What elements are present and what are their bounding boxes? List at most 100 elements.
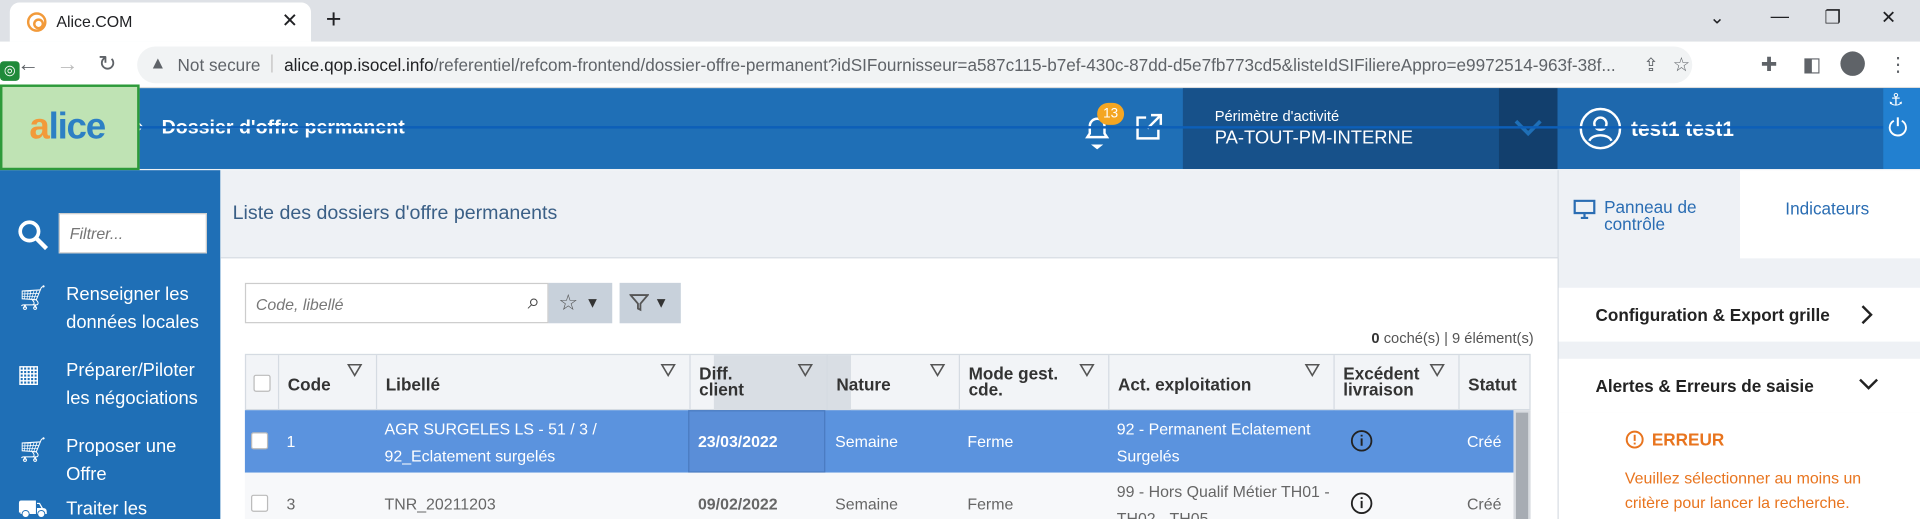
search-icon[interactable] (17, 219, 49, 251)
target-icon[interactable]: ◎ (0, 61, 20, 81)
url-field[interactable]: ▲ Not secure | alice.qop.isocel.info/ref… (137, 46, 1693, 84)
extensions-icon[interactable]: ✚ (1761, 53, 1777, 77)
favorites-dropdown-button[interactable]: ☆ ▼ (548, 282, 613, 324)
menu-dots-icon[interactable]: ⋮ (1888, 53, 1908, 77)
main-title-bar: Liste des dossiers d'offre permanents (220, 170, 1558, 259)
cell-statut: Créé (1466, 494, 1502, 514)
cell-statut: Créé (1466, 432, 1502, 451)
sidebar-item-proposer[interactable]: Proposer une Offre (66, 432, 220, 488)
tab-indicateurs[interactable]: Indicateurs (1740, 170, 1920, 259)
row-checkbox[interactable] (251, 494, 269, 512)
overlay-guide-line (134, 126, 1920, 129)
code-search-input[interactable]: Code, libellé ⌕ (244, 282, 549, 324)
cell-libelle: AGR SURGELES LS - 51 / 3 / 92_Eclatement… (384, 420, 597, 466)
notification-badge: 13 (1097, 102, 1125, 125)
cell-act: 99 - Hors Qualif Métier TH01 - TH02 - TH… (1116, 482, 1330, 519)
restore-icon[interactable]: ❐ (1824, 6, 1840, 28)
power-icon[interactable]: ⏻ (1888, 115, 1907, 143)
alice-logo[interactable]: alice (0, 84, 140, 171)
sidebar-item-traiter[interactable]: Traiter les (66, 495, 220, 519)
cart-icon: 🛒︎ (17, 285, 49, 313)
truck-icon: ⛟ (17, 495, 48, 519)
select-all-checkbox[interactable] (253, 374, 271, 392)
col-nature[interactable]: Nature (836, 375, 890, 395)
browser-tab-bar: Alice.COM ✕ + ⌄ — ❐ ✕ (0, 0, 1920, 42)
alertes-title: Alertes & Erreurs de saisie (1595, 375, 1814, 396)
col-diff-client[interactable]: Diff. client (699, 365, 772, 398)
cell-diff-client: 23/03/2022 (697, 432, 778, 451)
new-tab-icon[interactable]: + (326, 4, 342, 36)
cell-nature: Semaine (835, 494, 898, 514)
cell-mode: Ferme (967, 432, 1014, 451)
cell-mode: Ferme (967, 494, 1014, 514)
filter-icon[interactable]: ⛛ (1429, 361, 1445, 383)
filter-icon[interactable]: ⛛ (1079, 361, 1095, 383)
alice-favicon-icon (26, 12, 47, 32)
tab-panneau-label: Panneau de contrôle (1604, 197, 1697, 234)
cell-code: 1 (286, 432, 296, 451)
col-mode-gest[interactable]: Mode gest. cde. (969, 365, 1079, 398)
filter-icon[interactable]: ⛛ (797, 361, 813, 383)
tab-close-icon[interactable]: ✕ (282, 9, 298, 33)
search-icon[interactable]: ⌕ (528, 289, 540, 315)
selection-count: 0 coché(s) | 9 élément(s) (1371, 329, 1534, 347)
filter-icon[interactable]: ⛛ (929, 361, 945, 383)
reload-icon[interactable]: ↻ (98, 51, 116, 77)
error-icon (1625, 430, 1644, 449)
filter-icon[interactable]: ⛛ (660, 361, 676, 383)
cell-nature: Semaine (835, 432, 898, 451)
perimetre-value: PA-TOUT-PM-INTERNE (1214, 127, 1414, 149)
main-content: Liste des dossiers d'offre permanents Co… (220, 170, 1558, 519)
table-row[interactable]: 1 AGR SURGELES LS - 51 / 3 / 92_Eclateme… (244, 410, 1514, 473)
cell-diff-client: 09/02/2022 (697, 494, 778, 514)
minimize-icon[interactable]: — (1771, 6, 1789, 27)
cart-icon: 🛒︎ (17, 437, 49, 465)
browser-tab[interactable]: Alice.COM ✕ (9, 2, 312, 42)
col-statut[interactable]: Statut (1468, 375, 1517, 395)
url-text[interactable]: alice.qop.isocel.info/referentiel/refcom… (284, 55, 1616, 75)
chevron-down-icon (1859, 378, 1879, 390)
scrollbar-thumb[interactable] (1515, 412, 1529, 519)
sidebar-item-preparer[interactable]: Préparer/Piloter les négociations (66, 356, 220, 412)
right-panel: Panneau de contrôle Indicateurs Configur… (1557, 170, 1920, 519)
cell-libelle: TNR_20211203 (384, 494, 496, 514)
filter-icon[interactable]: ⛛ (1304, 361, 1320, 383)
info-icon[interactable] (1349, 429, 1373, 453)
main-title: Liste des dossiers d'offre permanents (232, 203, 558, 225)
warning-icon[interactable]: ▲ (149, 53, 166, 73)
caret-down-icon: ▼ (585, 293, 600, 312)
row-checkbox[interactable] (251, 432, 269, 450)
profile-avatar-icon[interactable] (1840, 51, 1865, 76)
sidebar-filter-input[interactable] (58, 213, 207, 254)
share-icon[interactable]: ⇪ (1643, 54, 1658, 76)
erreur-box: ERREUR Veuillez sélectionner au moins un… (1558, 412, 1920, 519)
back-icon[interactable]: ← (17, 51, 39, 77)
sidebar-item-renseigner[interactable]: Renseigner les données locales (66, 280, 220, 336)
table-row[interactable]: 3 TNR_20211203 09/02/2022 Semaine Ferme … (244, 472, 1514, 519)
config-export-section[interactable]: Configuration & Export grille (1558, 287, 1920, 342)
monitor-icon (1573, 199, 1596, 220)
anchor-icon[interactable]: ⚓ (1888, 89, 1903, 110)
user-name: test1 test1 (1631, 117, 1735, 141)
tab-panneau-controle[interactable]: Panneau de contrôle (1558, 170, 1741, 259)
filter-icon[interactable]: ⛛ (347, 361, 363, 383)
col-excedent[interactable]: Excédent livraison (1343, 365, 1429, 398)
config-title: Configuration & Export grille (1595, 304, 1830, 325)
table-header: Code ⛛ Libellé ⛛ Diff. client ⛛ Nature ⛛… (244, 353, 1531, 412)
forward-icon[interactable]: → (56, 51, 78, 77)
tab-title: Alice.COM (56, 12, 133, 31)
col-act-exploitation[interactable]: Act. exploitation (1118, 375, 1251, 395)
tab-search-icon[interactable]: ⌄ (1709, 6, 1724, 28)
col-code[interactable]: Code (288, 375, 331, 395)
caret-down-icon: ▼ (653, 293, 669, 312)
window-close-icon[interactable]: ✕ (1881, 6, 1896, 28)
side-panel-icon[interactable]: ◧ (1802, 53, 1821, 77)
not-secure-label[interactable]: Not secure (178, 55, 261, 75)
filter-dropdown-button[interactable]: ▼ (619, 282, 681, 324)
bookmark-star-icon[interactable]: ☆ (1673, 53, 1691, 77)
col-libelle[interactable]: Libellé (386, 375, 440, 395)
star-icon: ☆ (558, 290, 579, 315)
info-icon[interactable] (1349, 491, 1373, 515)
address-bar: ← → ↻ ▲ Not secure | alice.qop.isocel.in… (0, 41, 1920, 89)
alertes-section[interactable]: Alertes & Erreurs de saisie (1558, 358, 1920, 413)
